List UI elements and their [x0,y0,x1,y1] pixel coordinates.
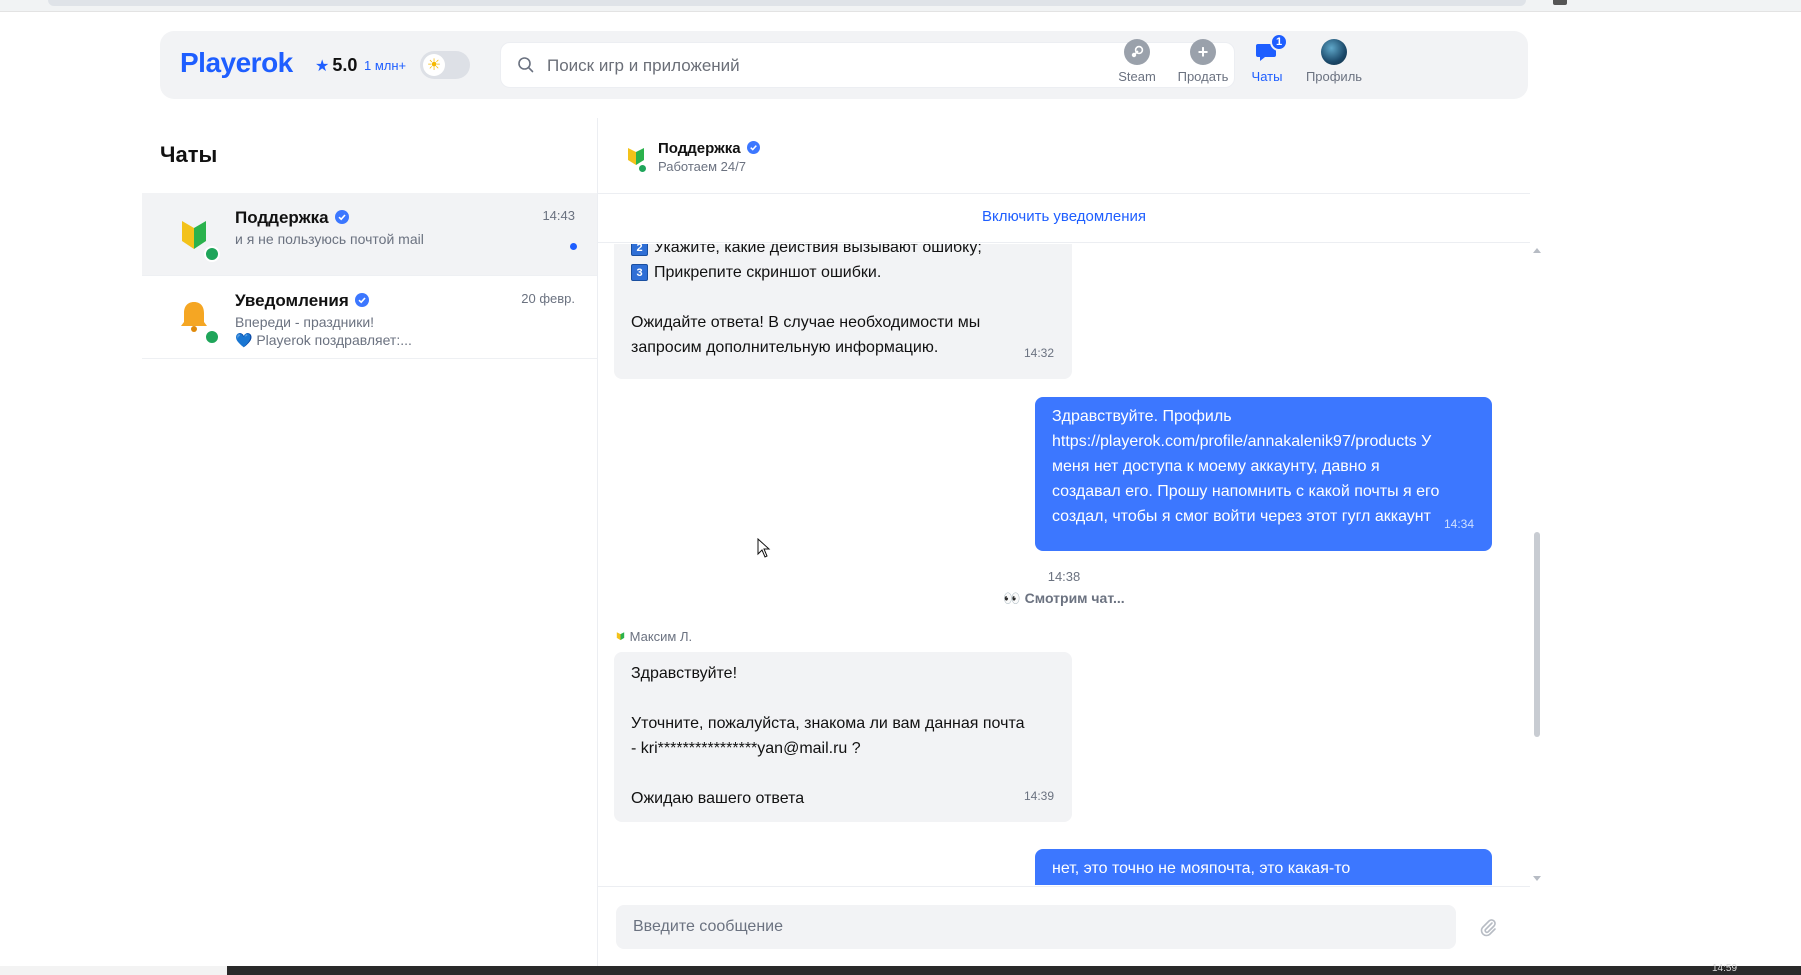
message-line: создавал его. Прошу напомнить с какой по… [1052,483,1440,500]
message-list[interactable]: 2 Укажите, какие действия вызывают ошибку… [598,244,1530,885]
message-line: создал, чтобы я смог войти через этот гу… [1052,508,1431,525]
scroll-down-arrow-icon[interactable] [1533,876,1541,881]
browser-icon[interactable] [1553,0,1567,5]
chat-time: 14:43 [542,208,575,223]
online-indicator [204,246,220,262]
taskbar-left [0,966,227,975]
logo[interactable]: Playerok [180,47,293,79]
paperclip-icon[interactable] [1478,917,1498,937]
message-line: Ожидаю вашего ответа [631,790,805,807]
unread-dot [570,243,577,250]
enable-notifications-link[interactable]: Включить уведомления [982,208,1146,225]
chats-title: Чаты [160,142,218,167]
nav-profile-label: Профиль [1305,69,1363,84]
message-time: 14:32 [1023,346,1054,360]
chat-time: 20 февр. [521,291,575,306]
chat-item-support[interactable]: Поддержка 14:43 и я не пользуюсь почтой … [142,193,597,276]
conversation-status: Работаем 24/7 [658,159,746,174]
site-header: Playerok ★5.0 1 млн+ ☀ Steam + Продать 1… [160,31,1528,99]
message-line: меня нет доступа к моему аккаунту, давно… [1052,458,1380,475]
scroll-thumb[interactable] [1534,532,1540,737]
message-line: нет, это точно не мояпочта, это какая-то [1052,860,1351,877]
conversation-name: Поддержка [658,140,760,157]
chat-list: Поддержка 14:43 и я не пользуюсь почтой … [142,193,597,359]
number-3-icon: 3 [631,264,648,281]
avatar [1321,39,1347,65]
system-text: 👀 Смотрим чат... [1003,590,1125,606]
verified-icon [746,141,760,154]
online-indicator [204,329,220,345]
nav-chats-label: Чаты [1251,69,1283,84]
nav-sell[interactable]: + Продать [1171,39,1235,93]
message-line: запросим дополнительную информацию. [631,339,939,356]
chat-preview: Впереди - праздники! 💙 Playerok поздравл… [235,314,412,348]
message-scrollbar[interactable] [1530,244,1544,885]
search-icon [518,57,534,73]
system-message: 14:38 👀 Смотрим чат... [598,569,1530,607]
message-line: - kri****************yan@mail.ru ? [631,740,861,757]
nav-profile[interactable]: Профиль [1302,39,1366,93]
chat-icon: 1 [1254,33,1288,65]
rating: ★ 5.0 [315,55,357,76]
support-badge-icon [616,632,625,641]
chat-name: Уведомления [235,291,369,311]
star-icon: ★ [315,58,330,75]
verified-icon [354,293,369,307]
message-line: 2 Укажите, какие действия вызывают ошибку… [631,244,1055,260]
system-time: 14:38 [1047,569,1081,584]
steam-icon [1124,39,1150,65]
theme-toggle[interactable]: ☀ [420,51,470,79]
composer [598,886,1530,975]
chat-preview: и я не пользуюсь почтой mail [235,231,424,247]
message-bubble: нет, это точно не мояпочта, это какая-то [1035,849,1492,885]
message-line: Ожидайте ответа! В случае необходимости … [631,314,981,331]
message-line: https://playerok.com/profile/annakalenik… [1052,433,1432,450]
os-taskbar: 14:59 [0,963,1801,975]
message-time: 14:39 [1023,789,1054,803]
message-line: 3 Прикрепите скриншот ошибки. [631,260,1055,285]
sender-name: Максим Л. [615,629,692,644]
message-line: Здравствуйте! [631,665,738,682]
nav-sell-label: Продать [1177,69,1229,84]
plus-icon: + [1190,39,1216,65]
message-line: Уточните, пожалуйста, знакома ли вам дан… [631,715,1025,732]
message-time: 14:34 [1443,517,1474,531]
taskbar-clock: 14:59 [1712,963,1738,974]
chat-badge: 1 [1270,33,1288,51]
mouse-cursor-icon [757,538,771,558]
online-indicator [637,163,648,174]
scroll-up-arrow-icon[interactable] [1533,248,1541,253]
nav-steam[interactable]: Steam [1105,39,1169,93]
message-line: Здравствуйте. Профиль [1052,408,1232,425]
chat-item-notifications[interactable]: Уведомления 20 февр. Впереди - праздники… [142,276,597,359]
rating-count: 1 млн+ [364,58,407,73]
message-bubble: Здравствуйте! Уточните, пожалуйста, знак… [614,652,1072,822]
nav-steam-label: Steam [1118,69,1156,84]
notify-bar: Включить уведомления [598,195,1530,243]
verified-icon [334,210,349,224]
rating-value: 5.0 [332,55,358,75]
sun-icon: ☀ [423,54,445,76]
conversation-header: Поддержка Работаем 24/7 [598,118,1530,194]
browser-top-strip [0,0,1801,12]
message-bubble: Здравствуйте. Профиль https://playerok.c… [1035,397,1492,551]
message-bubble: 2 Укажите, какие действия вызывают ошибку… [614,244,1072,379]
browser-scroll-strip [48,0,1526,6]
message-input[interactable] [616,905,1456,949]
nav-chats[interactable]: 1 Чаты [1235,33,1299,93]
number-2-icon: 2 [631,244,648,256]
chat-name: Поддержка [235,208,349,228]
